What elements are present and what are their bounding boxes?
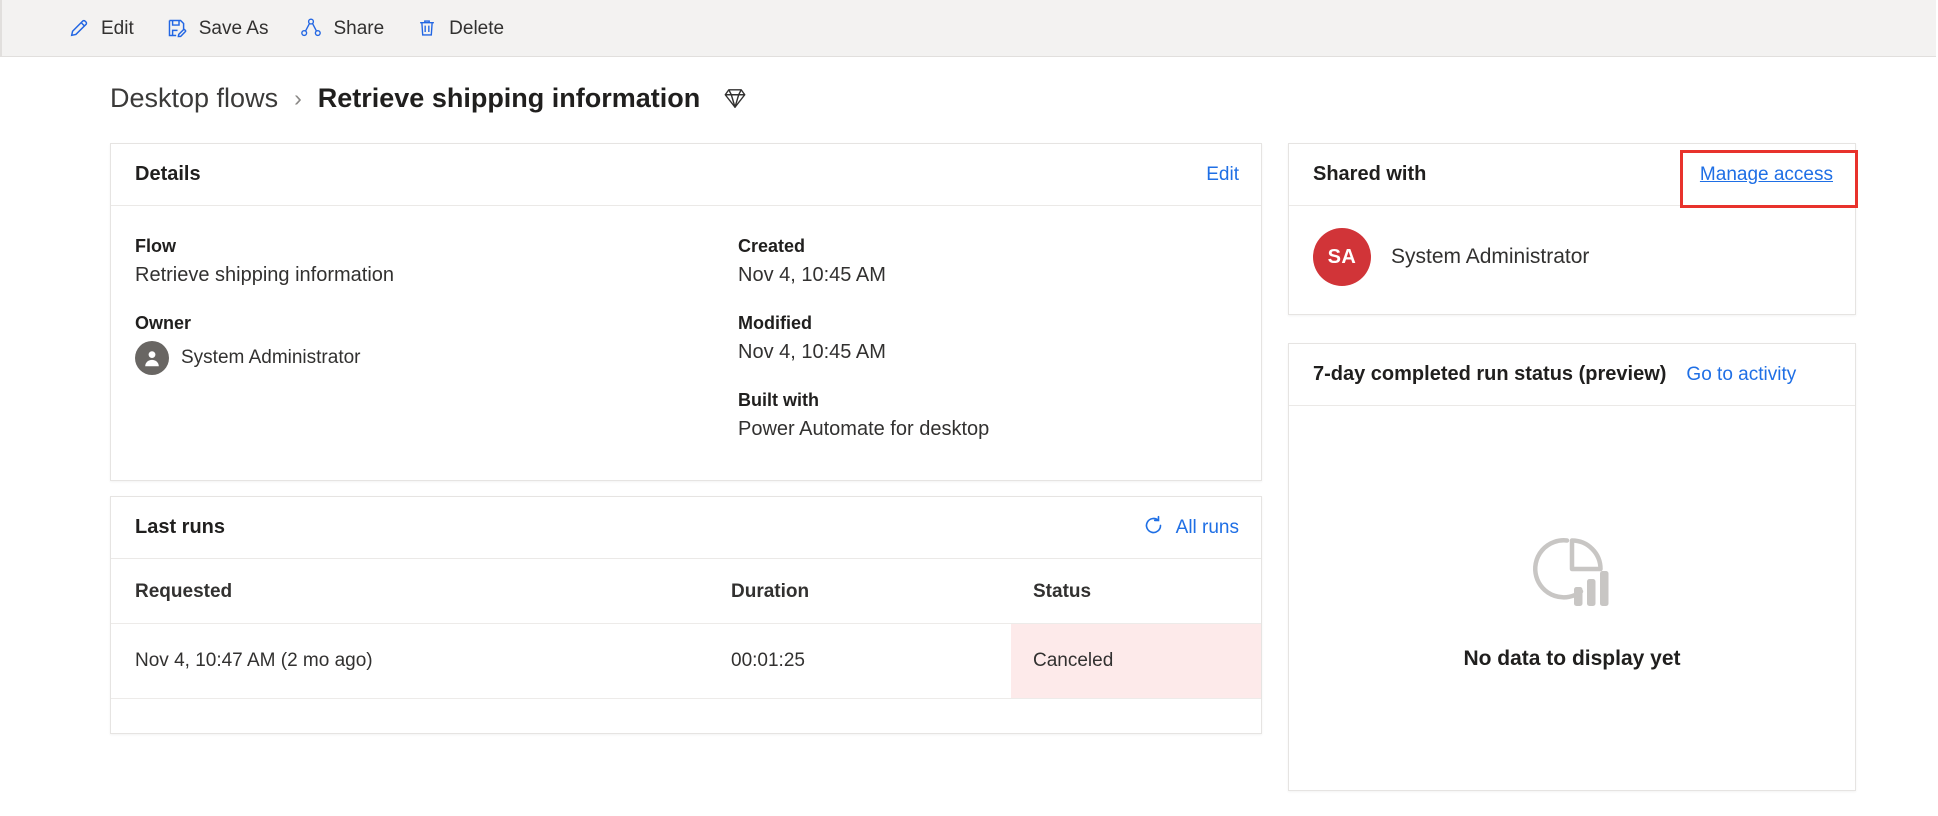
- share-button-label: Share: [333, 17, 385, 39]
- go-to-activity-link[interactable]: Go to activity: [1686, 364, 1796, 386]
- field-created: Created Nov 4, 10:45 AM: [738, 236, 1237, 287]
- field-flow: Flow Retrieve shipping information: [135, 236, 686, 287]
- shared-with-card-title: Shared with: [1313, 163, 1427, 185]
- field-flow-value: Retrieve shipping information: [135, 264, 395, 286]
- table-row[interactable]: Nov 4, 10:47 AM (2 mo ago) 00:01:25 Canc…: [111, 623, 1261, 699]
- shared-person-name: System Administrator: [1391, 245, 1590, 268]
- field-built-with-value: Power Automate for desktop: [738, 418, 990, 440]
- field-modified: Modified Nov 4, 10:45 AM: [738, 313, 1237, 364]
- last-runs-table-body: Nov 4, 10:47 AM (2 mo ago) 00:01:25 Canc…: [111, 623, 1261, 699]
- cell-requested: Nov 4, 10:47 AM (2 mo ago): [111, 623, 731, 699]
- pie-bar-chart-icon: [1524, 525, 1620, 621]
- run-status-card-title: 7-day completed run status (preview): [1313, 363, 1667, 385]
- details-card-header: Details Edit: [111, 144, 1261, 206]
- edit-button[interactable]: Edit: [52, 6, 150, 50]
- breadcrumb-root-link[interactable]: Desktop flows: [110, 83, 278, 114]
- last-runs-table-head: Requested Duration Status: [111, 559, 1261, 624]
- save-as-button[interactable]: Save As: [150, 6, 285, 50]
- edit-button-label: Edit: [101, 17, 134, 39]
- field-flow-label: Flow: [135, 236, 176, 256]
- save-as-button-label: Save As: [198, 17, 269, 39]
- details-card-title: Details: [135, 163, 201, 185]
- details-card-body: Flow Retrieve shipping information Owner…: [111, 206, 1261, 441]
- last-runs-card: Last runs All runs Requested Duration St…: [110, 496, 1262, 734]
- cell-duration: 00:01:25: [731, 623, 1011, 699]
- table-header-row: Requested Duration Status: [111, 559, 1261, 624]
- field-created-value: Nov 4, 10:45 AM: [738, 264, 886, 286]
- field-owner-value: System Administrator: [181, 347, 361, 368]
- last-runs-card-title: Last runs: [135, 516, 226, 538]
- breadcrumb: Desktop flows › Retrieve shipping inform…: [110, 78, 748, 118]
- details-edit-link[interactable]: Edit: [1206, 164, 1239, 186]
- details-card: Details Edit Flow Retrieve shipping info…: [110, 143, 1262, 481]
- commandbar-left-edge: [0, 0, 2, 57]
- command-bar: Edit Save As Share Delete: [0, 0, 1938, 57]
- last-runs-card-header: Last runs All runs: [111, 497, 1261, 559]
- field-modified-value: Nov 4, 10:45 AM: [738, 341, 886, 363]
- no-data-text: No data to display yet: [1463, 647, 1681, 670]
- shared-with-card-header: Shared with Manage access: [1289, 144, 1855, 206]
- all-runs-label: All runs: [1175, 516, 1239, 538]
- field-modified-label: Modified: [738, 313, 812, 333]
- pencil-icon: [68, 17, 90, 39]
- status-badge: Canceled: [1011, 623, 1261, 699]
- owner-row: System Administrator: [135, 341, 686, 375]
- delete-button-label: Delete: [449, 17, 505, 39]
- column-header-duration: Duration: [731, 559, 1011, 624]
- delete-button[interactable]: Delete: [400, 6, 520, 50]
- run-status-empty-state: No data to display yet: [1289, 406, 1855, 790]
- page-root: Edit Save As Share Delete Desktop flows …: [0, 0, 1938, 816]
- page-title: Retrieve shipping information: [317, 82, 701, 113]
- column-header-requested: Requested: [111, 559, 731, 624]
- details-left-column: Flow Retrieve shipping information Owner…: [135, 236, 686, 441]
- share-icon: [300, 17, 322, 39]
- field-created-label: Created: [738, 236, 806, 256]
- last-runs-table: Requested Duration Status Nov 4, 10:47 A…: [111, 559, 1261, 699]
- avatar: [135, 341, 169, 375]
- breadcrumb-separator-icon: ›: [294, 84, 302, 111]
- share-button[interactable]: Share: [284, 6, 400, 50]
- avatar: SA: [1313, 228, 1371, 286]
- manage-access-link[interactable]: Manage access: [1700, 164, 1833, 186]
- gem-icon: [722, 85, 748, 111]
- field-built-with-label: Built with: [738, 390, 819, 410]
- column-header-status: Status: [1011, 559, 1261, 624]
- run-status-card: 7-day completed run status (preview) Go …: [1288, 343, 1856, 791]
- all-runs-link[interactable]: All runs: [1142, 514, 1239, 542]
- trash-icon: [416, 17, 438, 39]
- save-as-icon: [166, 17, 188, 39]
- details-right-column: Created Nov 4, 10:45 AM Modified Nov 4, …: [686, 236, 1237, 441]
- field-built-with: Built with Power Automate for desktop: [738, 390, 1237, 441]
- shared-with-card: Shared with Manage access SA System Admi…: [1288, 143, 1856, 315]
- field-owner-label: Owner: [135, 313, 192, 333]
- run-status-card-header: 7-day completed run status (preview) Go …: [1289, 344, 1855, 406]
- refresh-icon: [1142, 514, 1165, 542]
- field-owner: Owner System Administrator: [135, 313, 686, 375]
- shared-with-list: SA System Administrator: [1289, 206, 1855, 308]
